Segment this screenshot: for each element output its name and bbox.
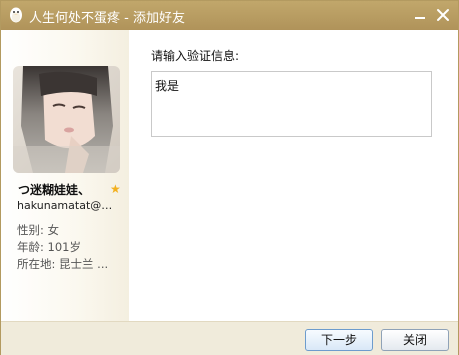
minimize-icon[interactable] — [410, 5, 430, 25]
next-step-button[interactable]: 下一步 — [305, 329, 373, 351]
gender-info: 性别: 女 — [17, 223, 60, 237]
location-info: 所在地: 昆士兰 ... — [17, 257, 109, 271]
close-icon[interactable] — [433, 5, 453, 25]
avatar — [13, 66, 120, 173]
footer-bar: 下一步 关闭 — [1, 321, 458, 355]
qq-penguin-icon — [10, 7, 22, 23]
verification-prompt-label: 请输入验证信息: — [151, 49, 240, 63]
window-title: 人生何处不蛋疼 - 添加好友 — [29, 11, 185, 26]
close-button[interactable]: 关闭 — [381, 329, 449, 351]
profile-sidebar: つ迷糊娃娃、 ★ hakunamatat@16... 性别: 女 年龄: 101… — [1, 30, 129, 321]
nickname-row: つ迷糊娃娃、 ★ — [18, 181, 126, 197]
title-bar[interactable]: 人生何处不蛋疼 - 添加好友 — [1, 1, 458, 30]
nickname: つ迷糊娃娃、 — [18, 183, 91, 197]
email: hakunamatat@16... — [17, 199, 117, 212]
add-friend-window: 人生何处不蛋疼 - 添加好友 つ迷糊娃娃、 ★ hakunamatat@16..… — [0, 0, 459, 355]
age-info: 年龄: 101岁 — [17, 240, 81, 254]
star-icon: ★ — [110, 182, 121, 196]
verification-message-input[interactable]: 我是 — [151, 71, 432, 137]
avatar-photo — [13, 66, 120, 173]
